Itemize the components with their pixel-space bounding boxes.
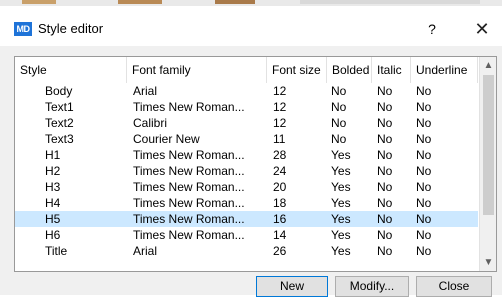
column-header-font-size[interactable]: Font size — [267, 57, 327, 83]
cell-font-size: 28 — [273, 148, 287, 162]
cell-font-size: 18 — [273, 196, 287, 210]
table-row[interactable]: H3 Times New Roman... 20 Yes No No — [15, 179, 478, 195]
cell-font-family: Arial — [133, 84, 158, 98]
cell-italic: No — [377, 148, 393, 162]
cell-bolded: Yes — [331, 228, 351, 242]
column-header-italic[interactable]: Italic — [372, 57, 411, 83]
title-bar: MD Style editor ? ✕ — [0, 6, 502, 46]
table-row[interactable]: Text2 Calibri 12 No No No — [15, 115, 478, 131]
cell-style: Text2 — [45, 116, 74, 130]
cell-font-size: 14 — [273, 228, 287, 242]
cell-font-family: Times New Roman... — [133, 164, 245, 178]
table-body: Body Arial 12 No No No Text1 Times New R… — [15, 83, 478, 259]
cell-underline: No — [416, 100, 432, 114]
cell-italic: No — [377, 164, 393, 178]
cell-bolded: Yes — [331, 196, 351, 210]
cell-style: H3 — [45, 180, 61, 194]
cell-bolded: No — [331, 116, 347, 130]
cell-font-family: Times New Roman... — [133, 212, 245, 226]
cell-style: H1 — [45, 148, 61, 162]
table-header: Style Font family Font size Bolded Itali… — [15, 57, 478, 83]
table-row-selected[interactable]: H5 Times New Roman... 16 Yes No No — [15, 211, 478, 227]
cell-italic: No — [377, 244, 393, 258]
cell-bolded: No — [331, 132, 347, 146]
table-row[interactable]: H2 Times New Roman... 24 Yes No No — [15, 163, 478, 179]
cell-underline: No — [416, 148, 432, 162]
help-button[interactable]: ? — [420, 18, 444, 40]
cell-italic: No — [377, 180, 393, 194]
cell-underline: No — [416, 84, 432, 98]
close-button[interactable]: Close — [416, 276, 492, 297]
cell-style: H6 — [45, 228, 61, 242]
cell-font-family: Times New Roman... — [133, 180, 245, 194]
cell-underline: No — [416, 244, 432, 258]
cell-font-family: Times New Roman... — [133, 228, 245, 242]
cell-bolded: Yes — [331, 148, 351, 162]
cell-style: Text1 — [45, 100, 74, 114]
cell-font-size: 20 — [273, 180, 287, 194]
cell-underline: No — [416, 132, 432, 146]
cell-bolded: Yes — [331, 244, 351, 258]
cell-font-family: Times New Roman... — [133, 148, 245, 162]
cell-italic: No — [377, 196, 393, 210]
table-row[interactable]: Title Arial 26 Yes No No — [15, 243, 478, 259]
table-row[interactable]: Text1 Times New Roman... 12 No No No — [15, 99, 478, 115]
table-row[interactable]: H4 Times New Roman... 18 Yes No No — [15, 195, 478, 211]
cell-font-family: Calibri — [133, 116, 168, 130]
cell-font-size: 26 — [273, 244, 287, 258]
dialog-title: Style editor — [38, 21, 104, 36]
cell-style: Title — [45, 244, 68, 258]
cell-font-family: Arial — [133, 244, 158, 258]
cell-style: H2 — [45, 164, 61, 178]
cell-underline: No — [416, 228, 432, 242]
scrollbar-thumb[interactable] — [483, 75, 494, 215]
column-header-font-family[interactable]: Font family — [127, 57, 267, 83]
styles-table[interactable]: Style Font family Font size Bolded Itali… — [14, 56, 497, 272]
cell-italic: No — [377, 116, 393, 130]
cell-underline: No — [416, 212, 432, 226]
style-editor-dialog: MD Style editor ? ✕ Style Font family Fo… — [0, 6, 502, 297]
scroll-up-arrow-icon[interactable]: ▲ — [480, 57, 496, 74]
cell-underline: No — [416, 164, 432, 178]
column-header-bolded[interactable]: Bolded — [327, 57, 372, 83]
cell-bolded: No — [331, 100, 347, 114]
cell-underline: No — [416, 180, 432, 194]
cell-font-size: 16 — [273, 212, 287, 226]
scroll-down-arrow-icon[interactable]: ▼ — [480, 254, 496, 271]
cell-font-family: Courier New — [133, 132, 200, 146]
cell-underline: No — [416, 116, 432, 130]
cell-font-size: 12 — [273, 116, 287, 130]
table-row[interactable]: H1 Times New Roman... 28 Yes No No — [15, 147, 478, 163]
cell-italic: No — [377, 100, 393, 114]
cell-style: Text3 — [45, 132, 74, 146]
new-button[interactable]: New — [256, 276, 328, 297]
close-window-button[interactable]: ✕ — [468, 18, 496, 40]
cell-bolded: Yes — [331, 164, 351, 178]
cell-font-family: Times New Roman... — [133, 100, 245, 114]
column-header-underline[interactable]: Underline — [411, 57, 478, 83]
table-row[interactable]: H6 Times New Roman... 14 Yes No No — [15, 227, 478, 243]
modify-button[interactable]: Modify... — [335, 276, 409, 297]
cell-bolded: Yes — [331, 180, 351, 194]
cell-underline: No — [416, 196, 432, 210]
cell-font-family: Times New Roman... — [133, 196, 245, 210]
cell-italic: No — [377, 132, 393, 146]
cell-italic: No — [377, 228, 393, 242]
cell-font-size: 12 — [273, 100, 287, 114]
cell-style: H4 — [45, 196, 61, 210]
cell-font-size: 12 — [273, 84, 287, 98]
column-header-style[interactable]: Style — [15, 57, 127, 83]
cell-italic: No — [377, 212, 393, 226]
cell-bolded: Yes — [331, 212, 351, 226]
cell-font-size: 24 — [273, 164, 287, 178]
cell-font-size: 11 — [273, 132, 286, 146]
cell-bolded: No — [331, 84, 347, 98]
table-row[interactable]: Body Arial 12 No No No — [15, 83, 478, 99]
app-logo-icon: MD — [14, 22, 32, 36]
cell-style: Body — [45, 84, 73, 98]
vertical-scrollbar[interactable]: ▲ ▼ — [479, 57, 496, 271]
cell-italic: No — [377, 84, 393, 98]
cell-style: H5 — [45, 212, 61, 226]
table-row[interactable]: Text3 Courier New 11 No No No — [15, 131, 478, 147]
